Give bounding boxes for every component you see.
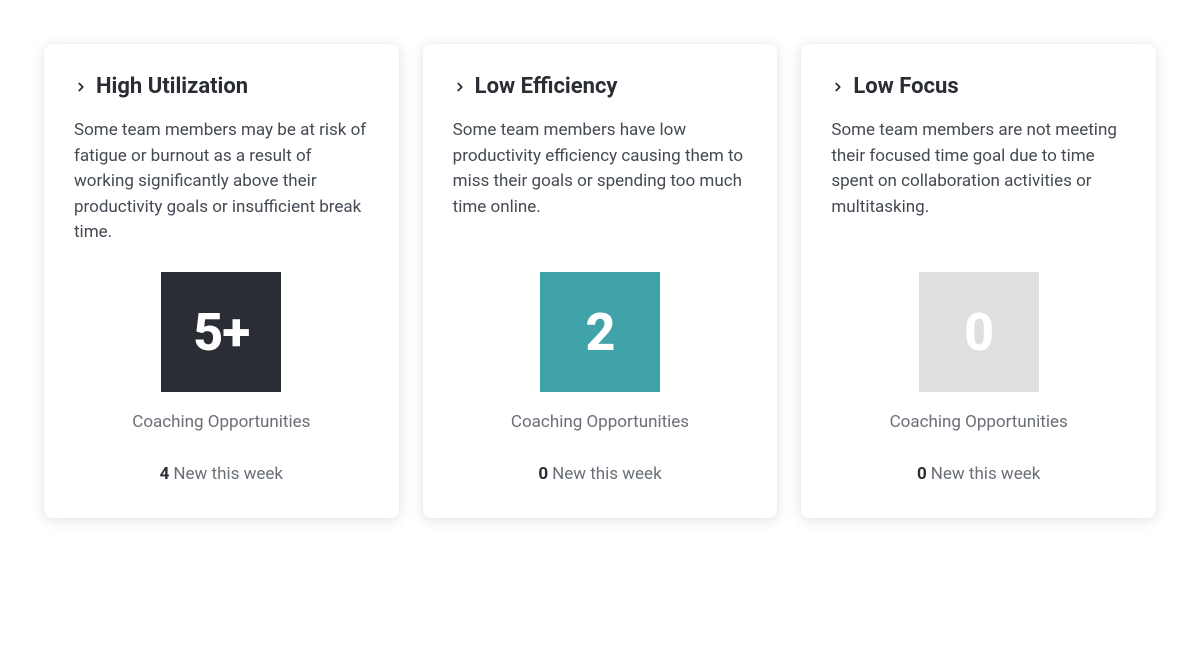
count-tile-wrap: 5+: [74, 272, 369, 392]
coaching-label: Coaching Opportunities: [831, 412, 1126, 432]
coaching-cards-row: High Utilization Some team members may b…: [44, 44, 1156, 518]
card-title: Low Focus: [853, 74, 958, 100]
coaching-label: Coaching Opportunities: [74, 412, 369, 432]
card-title: Low Efficiency: [475, 74, 618, 100]
card-header[interactable]: Low Focus: [831, 74, 1126, 100]
new-label: New this week: [173, 464, 283, 484]
coaching-label: Coaching Opportunities: [453, 412, 748, 432]
card-low-efficiency: Low Efficiency Some team members have lo…: [423, 44, 778, 518]
count-tile: 5+: [161, 272, 281, 392]
new-count: 0: [538, 464, 548, 484]
chevron-right-icon: [831, 80, 845, 94]
card-title: High Utilization: [96, 74, 248, 100]
chevron-right-icon: [74, 80, 88, 94]
card-header[interactable]: High Utilization: [74, 74, 369, 100]
count-tile: 0: [919, 272, 1039, 392]
card-header[interactable]: Low Efficiency: [453, 74, 748, 100]
new-this-week: 0New this week: [831, 464, 1126, 484]
new-label: New this week: [931, 464, 1041, 484]
count-tile-wrap: 0: [831, 272, 1126, 392]
count-tile: 2: [540, 272, 660, 392]
new-this-week: 4New this week: [74, 464, 369, 484]
card-description: Some team members are not meeting their …: [831, 118, 1126, 246]
new-count: 4: [160, 464, 170, 484]
card-high-utilization: High Utilization Some team members may b…: [44, 44, 399, 518]
new-this-week: 0New this week: [453, 464, 748, 484]
card-description: Some team members have low productivity …: [453, 118, 748, 246]
count-tile-wrap: 2: [453, 272, 748, 392]
card-low-focus: Low Focus Some team members are not meet…: [801, 44, 1156, 518]
chevron-right-icon: [453, 80, 467, 94]
new-label: New this week: [552, 464, 662, 484]
new-count: 0: [917, 464, 927, 484]
card-description: Some team members may be at risk of fati…: [74, 118, 369, 246]
